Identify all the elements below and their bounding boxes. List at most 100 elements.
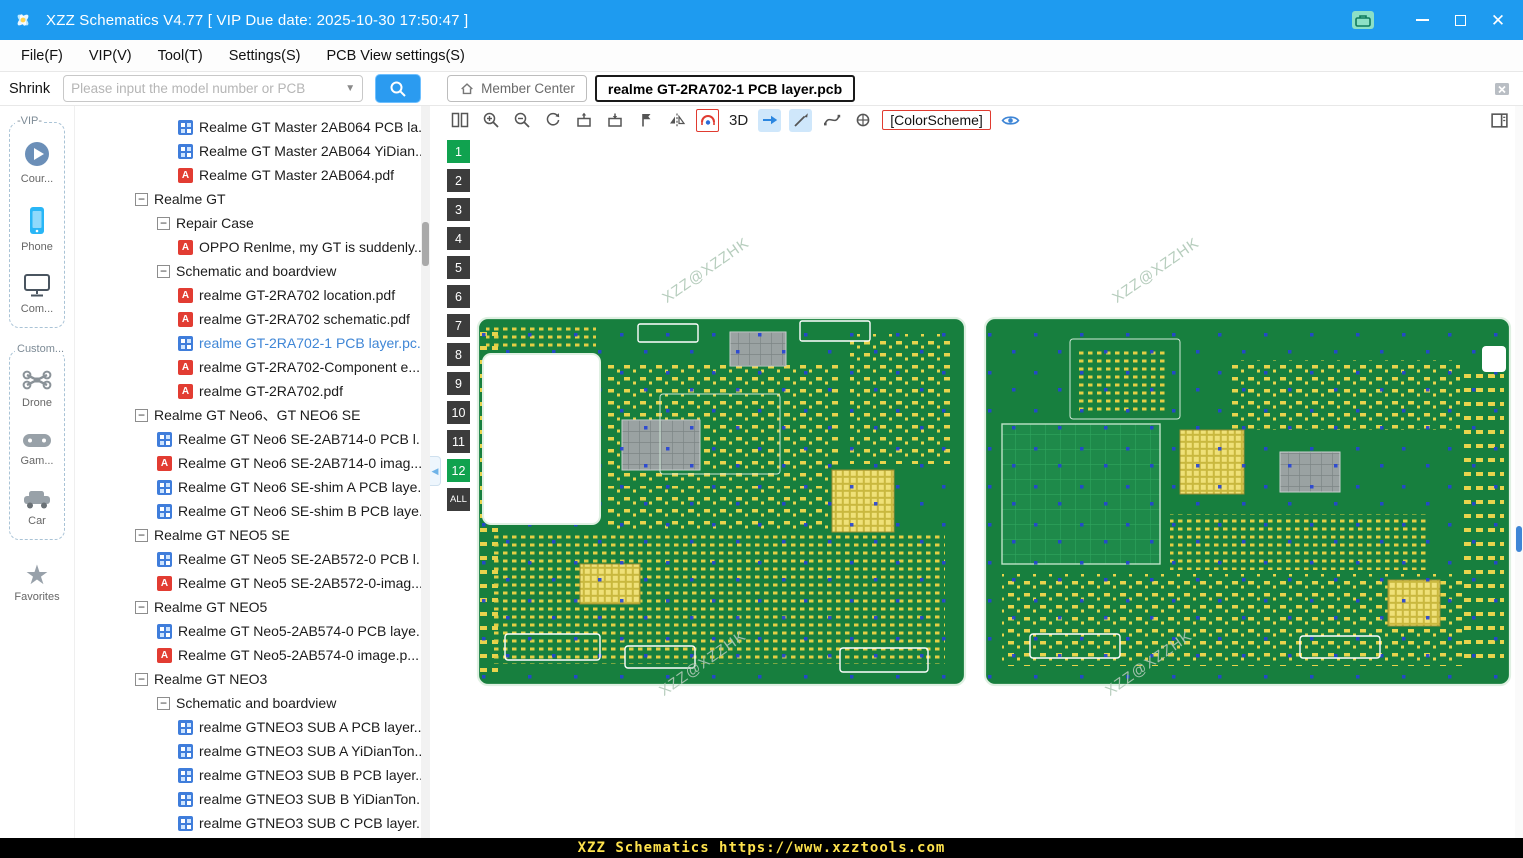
layer-button-7[interactable]: 7 [447,314,470,337]
minimize-button[interactable] [1411,9,1433,31]
sidebar-item-course[interactable]: Cour... [10,139,64,185]
tree-item[interactable]: ARealme GT Master 2AB064.pdf [75,163,430,187]
sidebar-item-drone[interactable]: Drone [10,367,64,409]
member-center-button[interactable]: Member Center [447,75,587,102]
layer-button-2[interactable]: 2 [447,169,470,192]
tree-item[interactable]: Arealme GT-2RA702-Component e... [75,355,430,379]
layer-button-10[interactable]: 10 [447,401,470,424]
collapse-icon[interactable]: − [135,409,148,422]
tree-item[interactable]: realme GTNEO3 SUB A YiDianTon... [75,739,430,763]
tree-item[interactable]: −Realme GT NEO5 [75,595,430,619]
tree-item[interactable]: Realme GT Neo6 SE-shim A PCB laye... [75,475,430,499]
layer-button-3[interactable]: 3 [447,198,470,221]
close-button[interactable]: ✕ [1487,9,1509,31]
tree-item[interactable]: realme GT-2RA702-1 PCB layer.pc... [75,331,430,355]
tree-item[interactable]: Realme GT Neo6 SE-shim B PCB laye... [75,499,430,523]
collapse-icon[interactable]: − [135,601,148,614]
tree-item[interactable]: −Schematic and boardview [75,259,430,283]
tree-item[interactable]: Realme GT Neo6 SE-2AB714-0 PCB l... [75,427,430,451]
tree-item[interactable]: realme GTNEO3 SUB A PCB layer... [75,715,430,739]
vip-badge-icon[interactable] [1351,10,1375,30]
pcb-canvas[interactable]: 123456789101112ALL [430,134,1523,838]
layer-button-11[interactable]: 11 [447,430,470,453]
maximize-button[interactable] [1449,9,1471,31]
search-button[interactable] [375,74,421,103]
tree-item[interactable]: realme GTNEO3 SUB C PCB layer... [75,811,430,835]
search-input[interactable] [71,81,341,96]
tree-item[interactable]: Realme GT Master 2AB064 PCB la... [75,115,430,139]
flip-horizontal-icon[interactable] [665,109,688,132]
document-tab[interactable]: realme GT-2RA702-1 PCB layer.pcb [595,75,855,102]
window-scrollbar[interactable] [1515,106,1523,838]
sidebar-item-favorites[interactable]: ★ Favorites [0,562,74,603]
rotate-icon[interactable] [541,109,564,132]
sidebar-item-phone[interactable]: Phone [10,205,64,253]
search-box[interactable]: ▼ [63,75,363,102]
tree-item[interactable]: −Schematic and boardview [75,691,430,715]
shrink-button[interactable]: Shrink [9,81,50,97]
eye-icon[interactable] [999,109,1022,132]
pin-flag-icon[interactable] [634,109,657,132]
tree-item[interactable]: AOPPO Renlme, my GT is suddenly... [75,235,430,259]
split-view-icon[interactable] [448,109,471,132]
sidebar-item-car[interactable]: Car [10,487,64,527]
arrow-select-icon[interactable] [758,109,781,132]
sidebar-item-label: Gam... [20,455,53,467]
tree-item[interactable]: −Realme GT Neo6、GT NEO6 SE [75,403,430,427]
collapse-icon[interactable]: − [135,529,148,542]
layer-button-8[interactable]: 8 [447,343,470,366]
tree-item[interactable]: −Realme GT NEO3 [75,667,430,691]
layer-button-4[interactable]: 4 [447,227,470,250]
export-board-icon[interactable] [572,109,595,132]
tree-item[interactable]: Realme GT Neo5 SE-2AB572-0 PCB l... [75,547,430,571]
tree-item[interactable]: Arealme GT-2RA702 location.pdf [75,283,430,307]
tree-item[interactable]: −Realme GT [75,187,430,211]
tree-item[interactable]: −Realme GT NEO5 SE [75,523,430,547]
sidebar-item-game[interactable]: Gam... [10,429,64,467]
collapse-icon[interactable]: − [157,217,170,230]
close-panel-icon[interactable] [1493,80,1511,98]
menu-file[interactable]: File(F) [8,48,76,64]
collapse-icon[interactable]: − [135,673,148,686]
tree-item[interactable]: ARealme GT Neo5 SE-2AB572-0-imag... [75,571,430,595]
tree-item[interactable]: −Repair Case [75,211,430,235]
window-scrollbar-thumb[interactable] [1516,526,1522,552]
menu-tool[interactable]: Tool(T) [145,48,216,64]
import-board-icon[interactable] [603,109,626,132]
three-d-button[interactable]: 3D [727,112,750,129]
layer-button-1[interactable]: 1 [447,140,470,163]
tree-item[interactable]: Arealme GT-2RA702 schematic.pdf [75,307,430,331]
zoom-in-icon[interactable] [479,109,502,132]
red-filter-mode-icon[interactable] [696,109,719,132]
measure-line-icon[interactable] [789,109,812,132]
tree-item[interactable]: realme GTNEO3 SUB B PCB layer... [75,763,430,787]
tree-item[interactable]: ARealme GT Neo6 SE-2AB714-0 imag... [75,451,430,475]
tree-scrollbar[interactable] [421,106,430,838]
layer-button-6[interactable]: 6 [447,285,470,308]
layer-button-5[interactable]: 5 [447,256,470,279]
layer-button-all[interactable]: ALL [447,488,470,511]
menu-vip[interactable]: VIP(V) [76,48,145,64]
chevron-down-icon[interactable]: ▼ [345,83,355,94]
collapse-icon[interactable]: − [157,265,170,278]
colorscheme-button[interactable]: [ColorScheme] [882,110,991,130]
collapse-icon[interactable]: − [157,697,170,710]
menu-settings[interactable]: Settings(S) [216,48,314,64]
panel-toggle-icon[interactable] [1488,109,1511,132]
tree-item[interactable]: ARealme GT Neo5-2AB574-0 image.p... [75,643,430,667]
pan-tool-icon[interactable] [851,109,874,132]
tree-item[interactable]: realme GTNEO3 SUB B YiDianTon... [75,787,430,811]
collapse-icon[interactable]: − [135,193,148,206]
tree-scrollbar-thumb[interactable] [422,222,429,266]
layer-button-9[interactable]: 9 [447,372,470,395]
zoom-out-icon[interactable] [510,109,533,132]
menu-pcb-view-settings[interactable]: PCB View settings(S) [313,48,477,64]
tree-item[interactable]: Realme GT Neo5-2AB574-0 PCB laye... [75,619,430,643]
curve-tool-icon[interactable] [820,109,843,132]
sidebar-item-computer[interactable]: Com... [10,273,64,315]
panel-collapse-arrow[interactable]: ◀ [430,456,441,486]
tree-item[interactable]: Arealme GT-2RA702.pdf [75,379,430,403]
tree-item[interactable]: Realme GT Master 2AB064 YiDian... [75,139,430,163]
pcb-board-view[interactable] [430,134,1523,838]
layer-button-12[interactable]: 12 [447,459,470,482]
